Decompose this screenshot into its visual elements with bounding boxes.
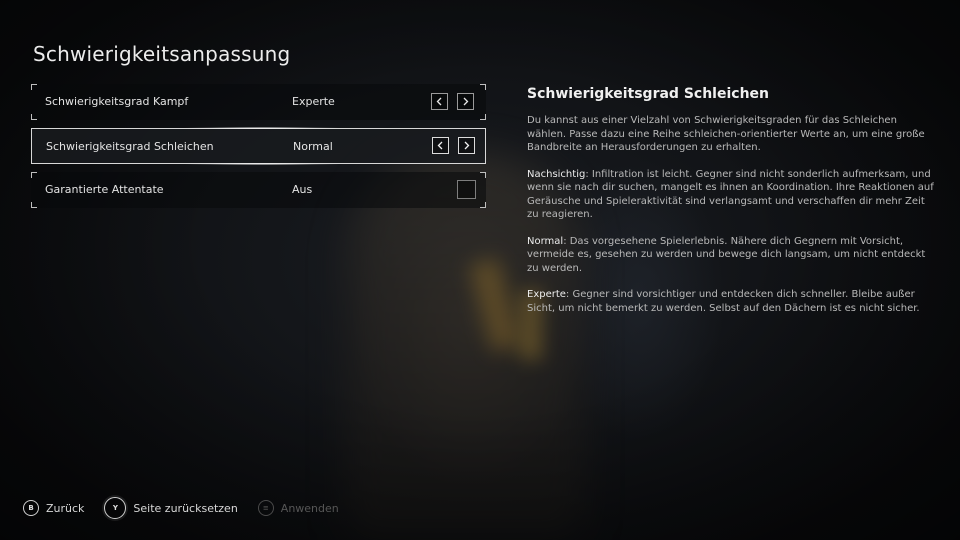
chevron-right-icon: [464, 141, 470, 150]
setting-label: Schwierigkeitsgrad Schleichen: [46, 140, 214, 153]
settings-list: Schwierigkeitsgrad Kampf Experte Schwier…: [31, 84, 486, 216]
description-title: Schwierigkeitsgrad Schleichen: [527, 86, 769, 102]
footer-button-prompts: B Zurück Y Seite zurücksetzen ≡ Anwenden: [23, 497, 359, 519]
level-text: : Das vorgesehene Spielerlebnis. Nähere …: [527, 235, 926, 274]
menu-button-icon: ≡: [257, 500, 274, 516]
frame-corner: [31, 84, 37, 90]
next-option-button[interactable]: [458, 137, 475, 154]
frame-corner: [480, 84, 486, 90]
reset-page-label: Seite zurücksetzen: [133, 501, 238, 515]
setting-row-combat-difficulty[interactable]: Schwierigkeitsgrad Kampf Experte: [31, 84, 486, 120]
frame-corner: [480, 114, 486, 120]
setting-row-guaranteed-assassinations[interactable]: Garantierte Attentate Aus: [31, 172, 486, 208]
description-level-expert: Experte: Gegner sind vorsichtiger und en…: [527, 288, 937, 315]
setting-value: Experte: [292, 95, 335, 108]
chevron-left-icon: [437, 141, 443, 150]
back-prompt[interactable]: B Zurück: [23, 500, 84, 516]
description-intro: Du kannst aus einer Vielzahl von Schwier…: [527, 115, 925, 153]
frame-corner: [480, 202, 486, 208]
description-panel: Schwierigkeitsgrad Schleichen Du kannst …: [527, 86, 937, 328]
chevron-right-icon: [463, 97, 469, 106]
y-button-icon: Y: [104, 497, 127, 519]
level-term: Experte: [527, 289, 566, 300]
setting-row-stealth-difficulty[interactable]: Schwierigkeitsgrad Schleichen Normal: [31, 127, 486, 165]
level-term: Nachsichtig: [527, 168, 586, 180]
apply-label: Anwenden: [280, 501, 339, 515]
frame-corner: [480, 172, 486, 178]
reset-page-prompt[interactable]: Y Seite zurücksetzen: [104, 497, 238, 519]
previous-option-button[interactable]: [431, 93, 448, 110]
apply-prompt[interactable]: ≡ Anwenden: [257, 500, 339, 516]
setting-value: Normal: [293, 140, 333, 153]
page-title: Schwierigkeitsanpassung: [33, 42, 291, 66]
toggle-checkbox[interactable]: [457, 180, 476, 199]
back-label: Zurück: [46, 501, 85, 515]
previous-option-button[interactable]: [432, 137, 449, 154]
frame-corner: [31, 172, 37, 178]
description-level-lenient: Nachsichtig: Infiltration ist leicht. Ge…: [527, 168, 937, 222]
setting-value: Aus: [292, 183, 313, 196]
b-button-icon: B: [23, 500, 39, 516]
game-screen: Schwierigkeitsanpassung Schwierigkeitsgr…: [0, 0, 960, 540]
frame-corner: [31, 114, 37, 120]
next-option-button[interactable]: [457, 93, 474, 110]
setting-label: Garantierte Attentate: [45, 183, 164, 196]
setting-label: Schwierigkeitsgrad Kampf: [45, 95, 189, 108]
frame-corner: [31, 202, 37, 208]
level-term: Normal: [527, 235, 564, 247]
level-text: : Gegner sind vorsichtiger und entdecken…: [527, 289, 920, 314]
description-level-normal: Normal: Das vorgesehene Spielerlebnis. N…: [527, 235, 937, 276]
chevron-left-icon: [436, 97, 442, 106]
level-text: : Infiltration ist leicht. Gegner sind n…: [527, 168, 934, 221]
